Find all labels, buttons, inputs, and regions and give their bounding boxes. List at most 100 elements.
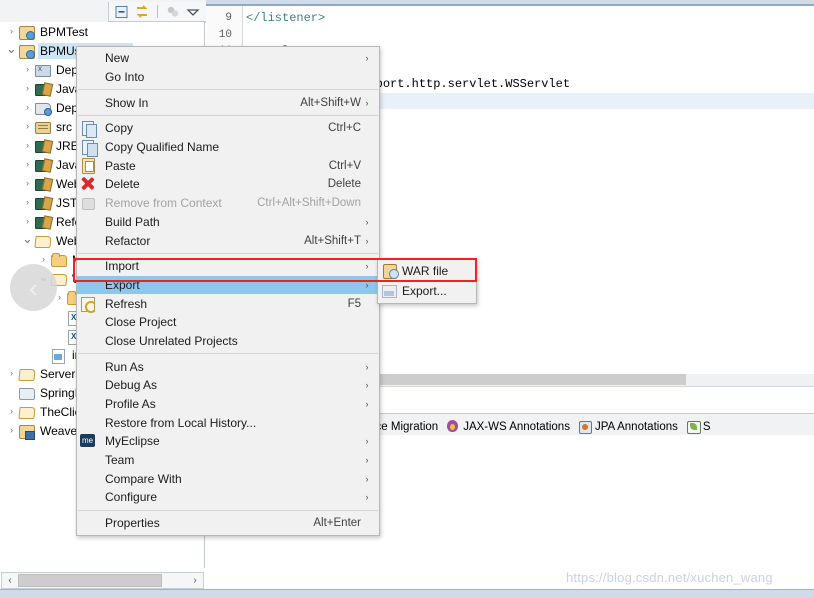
project-context-menu[interactable]: New › Go Into Show In Alt+Shift+W › Copy Ctrl+C… [76,46,380,536]
menu-item[interactable]: Close Unrelated Projects [77,332,379,351]
war-file-icon [378,263,402,279]
chevron-right-icon[interactable]: › [21,141,34,150]
view-tab[interactable]: JAX-WS Annotations [442,417,574,436]
menu-icon-slot [77,258,105,274]
menu-icon-slot [77,50,105,66]
line-number: 9 [225,12,232,25]
menu-item[interactable]: Import › [77,257,379,276]
chevron-down-icon[interactable]: ⌄ [21,232,34,245]
menu-item[interactable]: Team › [77,451,379,470]
menu-item[interactable]: Debug As › [77,376,379,395]
menu-item-label: Properties [105,516,160,531]
chevron-right-icon[interactable]: › [5,407,18,416]
view-menu-icon[interactable] [185,4,201,20]
view-tab[interactable]: JPA Annotations [574,417,682,436]
menu-separator [78,353,378,355]
project-explorer-toolbar[interactable] [108,2,206,22]
folder-icon [50,252,67,268]
menu-item[interactable]: Configure › [77,488,379,507]
menu-item-shortcut: Alt+Enter [313,517,361,530]
menu-item: Remove from Context Ctrl+Alt+Shift+Down [77,194,379,213]
submenu-arrow-icon: › [365,399,369,410]
menu-item[interactable]: Copy Qualified Name [77,138,379,158]
tree-horizontal-scrollbar[interactable]: ‹ › [1,572,204,589]
library-icon [34,157,51,173]
library-icon [34,176,51,192]
scroll-left-button[interactable]: ‹ [2,575,18,586]
menu-item-label: Close Project [105,315,177,330]
chevron-right-icon[interactable]: › [5,369,18,378]
chevron-right-icon[interactable]: › [21,84,34,93]
tree-item[interactable]: › BPMTest [0,22,204,41]
code-line[interactable]: 10 [206,27,814,44]
chevron-right-icon[interactable]: › [5,27,18,36]
export-submenu[interactable]: WAR file Export... [377,258,477,304]
menu-item-label: Paste [105,158,136,173]
menu-icon-slot [77,233,105,249]
chevron-right-icon[interactable]: › [21,198,34,207]
menu-item[interactable]: Build Path › [77,213,379,232]
chevron-right-icon[interactable]: › [37,255,50,264]
submenu-item[interactable]: Export... [378,281,476,301]
submenu-arrow-icon: › [365,380,369,391]
menu-item-label: Refactor [105,233,151,248]
chevron-right-icon[interactable]: › [21,179,34,188]
collapse-all-icon[interactable] [114,4,130,20]
deployed-resources-icon [34,100,52,116]
scroll-right-button[interactable]: › [187,575,203,586]
menu-item[interactable]: New › [77,49,379,68]
chevron-down-icon[interactable]: ⌄ [5,42,18,55]
link-with-editor-icon[interactable] [134,4,150,20]
submenu-arrow-icon: › [365,216,369,227]
menu-item[interactable]: Go Into [77,68,379,87]
chevron-right-icon[interactable]: › [21,217,34,226]
menu-item[interactable]: Profile As › [77,395,379,414]
menu-item[interactable]: Show In Alt+Shift+W › [77,93,379,112]
focus-on-active-task-icon[interactable] [165,4,181,20]
chevron-right-icon[interactable]: › [21,65,34,74]
menu-item-shortcut: Ctrl+Alt+Shift+Down [257,197,361,210]
menu-item-shortcut: Alt+Shift+T [304,234,361,247]
menu-item-label: Export [105,277,140,292]
menu-item[interactable]: Export › [77,275,379,295]
submenu-item[interactable]: WAR file [378,261,476,281]
view-tab-label: S [702,420,711,433]
menu-item[interactable]: Refresh F5 [77,294,379,313]
submenu-arrow-icon: › [365,235,369,246]
menu-item-label: Configure [105,490,158,505]
menu-item[interactable]: Compare With › [77,469,379,488]
menu-item[interactable]: Copy Ctrl+C [77,119,379,139]
back-gesture-indicator-icon: ‹ [10,264,57,311]
chevron-right-icon[interactable]: › [21,160,34,169]
editor-top-border [206,4,814,6]
chevron-right-icon[interactable]: › [5,426,18,435]
menu-icon-slot [77,214,105,230]
menu-item-label: Refresh [105,296,148,311]
menu-item[interactable]: Delete Delete [77,175,379,194]
menu-item-shortcut: Ctrl+C [328,122,361,135]
library-icon [34,81,51,97]
code-line[interactable]: 9 </listener> [206,10,814,27]
view-tab-label: JAX-WS Annotations [463,420,570,433]
delete-icon [77,176,105,192]
menu-item[interactable]: Close Project [77,313,379,332]
menu-item[interactable]: Paste Ctrl+V [77,156,379,175]
menu-icon-slot [77,277,105,293]
menu-item[interactable]: Properties Alt+Enter [77,514,379,533]
scrollbar-thumb[interactable] [18,574,162,587]
submenu-arrow-icon: › [365,97,369,108]
chevron-right-icon[interactable]: › [21,122,34,131]
menu-item-label: Copy Qualified Name [105,140,220,155]
menu-icon-slot [77,396,105,412]
menu-item[interactable]: Restore from Local History... [77,413,379,432]
view-tab[interactable]: S [682,417,715,436]
chevron-right-icon[interactable]: › [21,103,34,112]
menu-item[interactable]: me MyEclipse › [77,432,379,451]
code-text: </listener> [246,11,326,26]
menu-item[interactable]: Run As › [77,357,379,376]
menu-item[interactable]: Refactor Alt+Shift+T › [77,231,379,250]
library-icon [34,214,51,230]
menu-item-label: Go Into [105,70,145,85]
menu-item-label: New [105,51,130,66]
